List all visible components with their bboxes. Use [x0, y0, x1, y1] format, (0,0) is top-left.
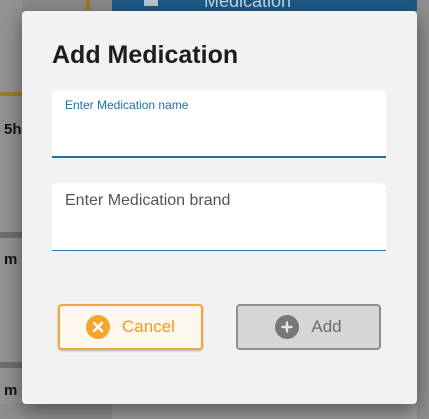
- add-medication-dialog: Add Medication Enter Medication name Ent…: [22, 11, 417, 404]
- background-divider: [0, 232, 22, 238]
- background-top-nav: Medication: [112, 0, 417, 11]
- dialog-title: Add Medication: [52, 41, 239, 69]
- background-text-fragment: m: [4, 382, 18, 399]
- medication-brand-placeholder: Enter Medication brand: [65, 192, 231, 209]
- cancel-button[interactable]: Cancel: [58, 304, 203, 350]
- add-button-label: Add: [311, 317, 342, 336]
- background-text-fragment: m: [4, 251, 18, 268]
- background-nav-label: Medication: [204, 0, 292, 11]
- background-right-panel: [417, 0, 429, 419]
- background-text-fragment: 5h: [4, 121, 22, 138]
- background-divider: [0, 362, 22, 368]
- medication-brand-field[interactable]: Enter Medication brand: [52, 183, 386, 251]
- medication-name-field[interactable]: Enter Medication name: [52, 90, 386, 158]
- plus-circle-icon: [275, 315, 300, 339]
- medication-brand-input[interactable]: [64, 222, 374, 244]
- background-accent-line: [0, 92, 22, 96]
- medication-icon: [144, 0, 158, 6]
- medication-name-label: Enter Medication name: [65, 98, 189, 112]
- background-left-panel: [0, 0, 22, 419]
- background-bottom-panel: [112, 404, 417, 419]
- cancel-button-label: Cancel: [122, 317, 175, 336]
- background-accent-line: [86, 0, 90, 11]
- add-button[interactable]: Add: [236, 304, 381, 350]
- medication-name-input[interactable]: [64, 128, 374, 150]
- close-circle-icon: [86, 315, 111, 339]
